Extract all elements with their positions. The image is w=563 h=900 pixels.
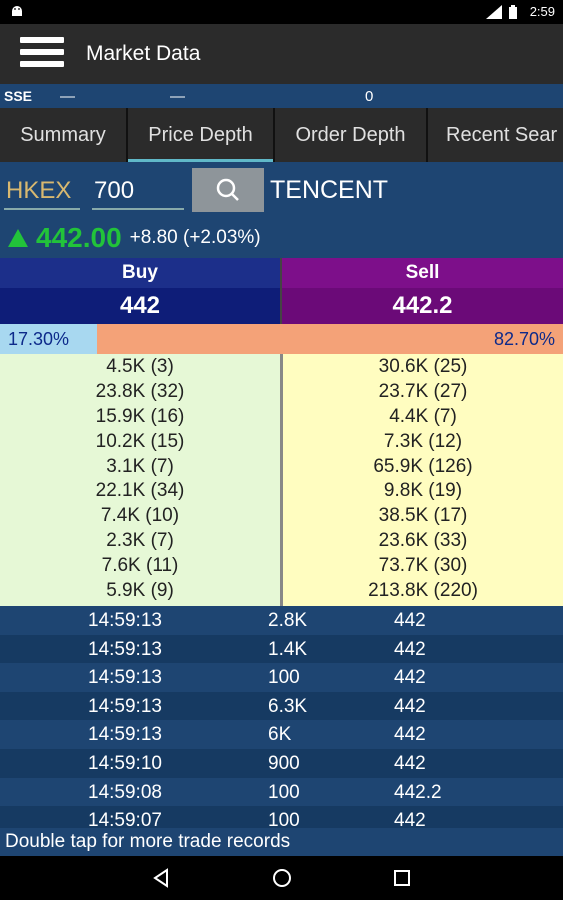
trade-price: 442 [394, 724, 426, 746]
trade-row[interactable]: 14:59:07 100 442 [0, 806, 563, 828]
trade-time: 14:59:13 [88, 695, 162, 717]
bid-depth-row: 7.4K (10) [100, 505, 180, 527]
recent-apps-icon[interactable] [392, 868, 412, 888]
status-time: 2:59 [529, 4, 555, 19]
bid-depth-row: 22.1K (34) [95, 480, 185, 502]
tab-order-depth[interactable]: Order Depth [275, 108, 428, 162]
search-icon [216, 178, 239, 201]
trade-volume: 100 [268, 781, 300, 803]
bid-depth-row: 10.2K (15) [95, 430, 185, 452]
status-bar: 2:59 [0, 0, 563, 24]
bid-depth-row: 4.5K (3) [106, 356, 174, 377]
app-bar: Market Data [0, 24, 563, 84]
index-volume: 0 [365, 88, 374, 105]
back-icon[interactable] [151, 868, 171, 888]
tab-price-depth[interactable]: Price Depth [128, 108, 275, 162]
trade-volume: 100 [268, 667, 300, 689]
trade-row[interactable]: 14:59:13 100 442 [0, 663, 563, 692]
trade-row[interactable]: 14:59:13 6.3K 442 [0, 691, 563, 721]
trade-row[interactable]: 14:59:10 900 442 [0, 748, 563, 778]
trade-price: 442 [394, 610, 426, 631]
buy-sell-header: Buy Sell [0, 258, 563, 288]
bid-depth-row: 3.1K (7) [106, 455, 174, 477]
tab-recent-search[interactable]: Recent Sear [428, 108, 563, 162]
bid-depth-row: 7.6K (11) [101, 555, 179, 577]
trade-time: 14:59:13 [88, 610, 162, 631]
trade-time: 14:59:07 [88, 810, 162, 828]
trade-volume: 100 [268, 810, 300, 828]
trade-records-list[interactable]: 14:59:13 2.8K 442 14:59:13 1.4K 442 14:59:13 10… [0, 606, 563, 828]
ask-depth-row: 38.5K (17) [378, 505, 468, 527]
trade-row[interactable]: 14:59:13 2.8K 442 [0, 606, 563, 635]
sell-ratio-text: 82.70% [493, 329, 555, 349]
ask-depth-row: 7.3K (12) [383, 430, 463, 452]
hamburger-menu-icon[interactable] [20, 37, 64, 71]
ask-depth-row: 23.6K (33) [378, 530, 468, 552]
index-ticker: SSE — — 0 [0, 84, 563, 108]
trade-row[interactable]: 14:59:08 100 442.2 [0, 777, 563, 807]
trade-time: 14:59:13 [88, 724, 162, 746]
trade-time: 14:59:13 [88, 667, 162, 689]
buy-label: Buy [0, 258, 280, 288]
trade-volume: 1.4K [268, 638, 308, 660]
bid-price: 442 [0, 288, 280, 324]
signal-icon [485, 4, 502, 19]
exchange-input[interactable]: HKEX [4, 174, 80, 210]
trade-volume: 2.8K [268, 610, 308, 631]
stock-name: TENCENT [270, 176, 389, 204]
trade-time: 14:59:10 [88, 752, 162, 774]
search-button[interactable] [192, 168, 264, 212]
android-icon [10, 3, 24, 20]
trade-time: 14:59:13 [88, 638, 162, 660]
navigation-bar [0, 856, 563, 900]
ask-price: 442.2 [280, 288, 563, 324]
buy-sell-ratio-bar: 17.30% 82.70% [0, 324, 563, 354]
ask-depth-row: 213.8K (220) [368, 580, 478, 602]
index-change: — [170, 88, 185, 105]
price-depth-table: 4.5K (3) 23.8K (32) 15.9K (16) 10.2K (15) 3.… [0, 354, 563, 606]
tab-summary[interactable]: Summary [0, 108, 128, 162]
trade-price: 442 [394, 695, 426, 717]
trade-records-hint: Double tap for more trade records [0, 828, 563, 856]
trade-price: 442 [394, 810, 426, 828]
bid-ask-prices: 442 442.2 [0, 288, 563, 324]
trade-volume: 6K [268, 724, 292, 746]
quote-row: 442.00 +8.80 (+2.03%) [8, 222, 261, 254]
ask-depth-row: 65.9K (126) [373, 455, 473, 477]
ask-depth-column: 30.6K (25) 23.7K (27) 4.4K (7) 7.3K (12) 65.… [280, 354, 563, 606]
trade-price: 442 [394, 638, 426, 660]
index-value: — [60, 88, 75, 105]
bid-depth-row: 2.3K (7) [106, 530, 174, 552]
trade-volume: 900 [268, 752, 300, 774]
bid-depth-row: 23.8K (32) [95, 380, 185, 402]
trade-row[interactable]: 14:59:13 6K 442 [0, 720, 563, 749]
stock-code-input[interactable]: 700 [92, 174, 184, 210]
trade-price: 442 [394, 752, 426, 774]
ask-depth-row: 9.8K (19) [383, 480, 463, 502]
ask-depth-row: 73.7K (30) [378, 555, 468, 577]
trade-row[interactable]: 14:59:13 1.4K 442 [0, 634, 563, 664]
trade-price: 442 [394, 667, 426, 689]
stock-search-panel: HKEX 700 TENCENT 442.00 +8.80 (+2.03%) [0, 162, 563, 258]
trade-time: 14:59:08 [88, 781, 162, 803]
battery-icon [508, 4, 524, 19]
index-label: SSE [4, 88, 33, 104]
trade-price: 442.2 [394, 781, 442, 803]
ask-depth-row: 30.6K (25) [378, 356, 468, 377]
sell-label: Sell [280, 258, 563, 288]
bid-depth-row: 15.9K (16) [95, 405, 185, 427]
buy-ratio-text: 17.30% [8, 329, 70, 349]
trade-volume: 6.3K [268, 695, 308, 717]
last-price: 442.00 [36, 222, 122, 253]
ask-depth-row: 4.4K (7) [389, 405, 457, 427]
ask-depth-row: 23.7K (27) [378, 380, 468, 402]
page-title: Market Data [86, 42, 201, 65]
tab-bar: Summary Price Depth Order Depth Recent S… [0, 108, 563, 162]
up-arrow-icon [8, 229, 28, 247]
bid-depth-column: 4.5K (3) 23.8K (32) 15.9K (16) 10.2K (15) 3.… [0, 354, 280, 606]
bid-depth-row: 5.9K (9) [106, 580, 174, 602]
home-icon[interactable] [271, 867, 293, 889]
price-change: +8.80 (+2.03%) [129, 227, 261, 248]
